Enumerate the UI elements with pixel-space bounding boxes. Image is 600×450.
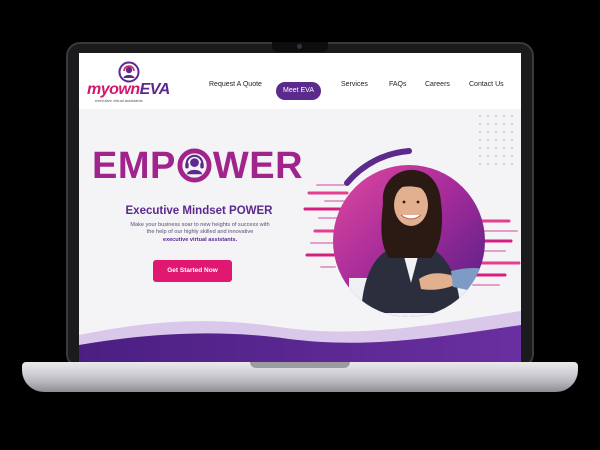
decor-dot [503, 139, 505, 141]
decor-dot [495, 139, 497, 141]
decor-dot [511, 115, 513, 117]
stage: myownEVA executive virtual assistants Re… [0, 0, 600, 450]
hero-description-line2: the help of our highly skilled and innov… [146, 229, 254, 236]
decor-dot [495, 131, 497, 133]
decor-dot [487, 147, 489, 149]
nav-request-quote[interactable]: Request A Quote [209, 81, 262, 88]
laptop-base-notch [250, 362, 350, 368]
hero-description: Make your business soar to new heights o… [107, 222, 293, 244]
decor-dot [495, 163, 497, 165]
hero-subtitle: Executive Mindset POWER [125, 205, 273, 217]
decor-dot [479, 115, 481, 117]
hero-description-bold: executive virtual assistants. [162, 236, 238, 243]
website-screen: myownEVA executive virtual assistants Re… [79, 53, 521, 363]
logo[interactable]: myownEVA executive virtual assistants [87, 61, 177, 105]
decor-dot [511, 163, 513, 165]
decor-dot [479, 155, 481, 157]
decor-dot [495, 147, 497, 149]
hero-title: EMP WER [92, 145, 304, 189]
decor-dot [503, 155, 505, 157]
decor-dot [511, 139, 513, 141]
nav-careers[interactable]: Careers [425, 81, 450, 88]
hero-title-part2: WER [212, 145, 304, 187]
decor-dot [479, 163, 481, 165]
decor-dot [487, 155, 489, 157]
decor-dot [495, 115, 497, 117]
decor-dot [511, 123, 513, 125]
decor-dot [495, 155, 497, 157]
decor-dot [511, 147, 513, 149]
decor-dot [487, 139, 489, 141]
decor-dot [511, 155, 513, 157]
decor-dot [511, 131, 513, 133]
camera-icon [297, 44, 302, 49]
decor-dot [495, 123, 497, 125]
decor-dot [487, 131, 489, 133]
nav-faqs[interactable]: FAQs [389, 81, 407, 88]
decor-dot [487, 115, 489, 117]
decor-dot [503, 147, 505, 149]
decor-dot [479, 147, 481, 149]
decor-dot [479, 123, 481, 125]
nav-services[interactable]: Services [341, 81, 368, 88]
hero-description-line1: Make your business soar to new heights o… [130, 222, 270, 228]
get-started-button[interactable]: Get Started Now [153, 260, 232, 282]
decor-dot [487, 123, 489, 125]
logo-wordmark: myownEVA [87, 81, 170, 98]
nav-bar: myownEVA executive virtual assistants Re… [79, 53, 521, 109]
decor-dot [479, 131, 481, 133]
nav-meet-eva[interactable]: Meet EVA [276, 82, 321, 100]
hero-title-part1: EMP [92, 145, 176, 187]
logo-tagline: executive virtual assistants [95, 98, 143, 103]
decor-dot [487, 163, 489, 165]
headset-logo-icon [118, 61, 140, 83]
decor-dot [503, 131, 505, 133]
headset-o-icon [177, 148, 212, 183]
nav-contact-us[interactable]: Contact Us [469, 81, 504, 88]
decor-dot [503, 163, 505, 165]
decor-dot [503, 115, 505, 117]
decor-dot [479, 139, 481, 141]
decor-dot [503, 123, 505, 125]
